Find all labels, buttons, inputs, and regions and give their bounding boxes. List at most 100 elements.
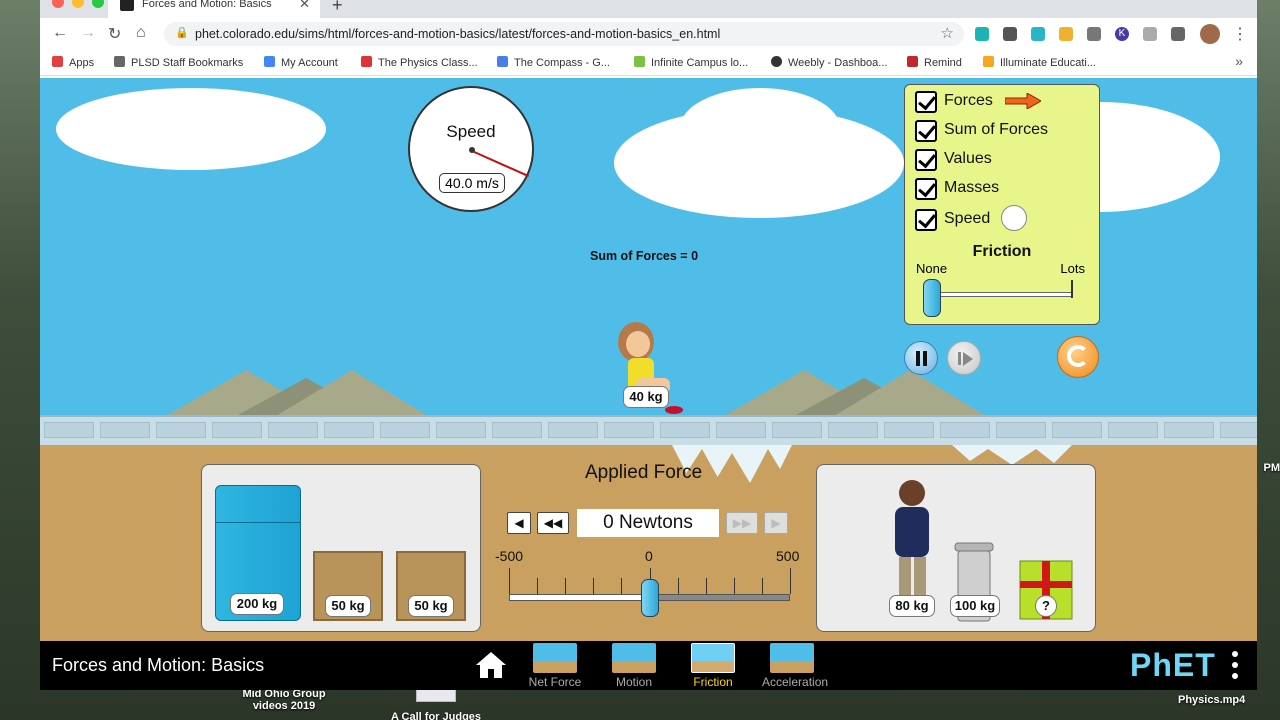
sim-options-menu-icon[interactable] (1232, 651, 1238, 679)
bookmark-apps[interactable]: Apps (52, 56, 94, 69)
browser-window: Forces and Motion: Basics ✕ + ← → ↻ ⌂ 🔒 … (40, 0, 1257, 690)
sum-of-forces-checkbox[interactable] (915, 120, 937, 142)
browser-tab[interactable]: Forces and Motion: Basics ✕ (108, 0, 320, 18)
desktop-item-call-for-judges[interactable]: A Call for Judges (386, 711, 486, 720)
force-slider-tick (593, 578, 595, 594)
road-brick (436, 422, 486, 438)
extension-3-icon[interactable] (1031, 27, 1045, 41)
bookmark-star-icon[interactable]: ☆ (941, 24, 954, 42)
bookmark-weebly[interactable]: Weebly - Dashboa... (771, 56, 887, 69)
bookmark-label: The Physics Class... (378, 57, 478, 69)
reset-all-button[interactable] (1057, 336, 1099, 378)
values-label: Values (944, 150, 992, 167)
bookmark-label: Illuminate Educati... (1000, 57, 1096, 69)
extension-k-icon[interactable]: K (1115, 27, 1129, 41)
home-screen-icon[interactable] (476, 652, 506, 678)
bookmark-plsd[interactable]: PLSD Staff Bookmarks (114, 56, 243, 69)
apps-grid-icon (52, 56, 63, 67)
profile-avatar[interactable] (1200, 24, 1220, 44)
phet-favicon-icon (120, 0, 134, 11)
values-checkbox[interactable] (915, 149, 937, 171)
bookmark-compass[interactable]: The Compass - G... (497, 56, 610, 69)
bookmark-label: Apps (69, 57, 95, 69)
road-brick (548, 422, 598, 438)
forces-checkbox[interactable] (915, 91, 937, 113)
desktop-item-mid-ohio[interactable]: Mid Ohio Group videos 2019 (234, 688, 334, 712)
road-brick (1164, 422, 1214, 438)
pause-button[interactable] (904, 341, 938, 375)
left-objects-panel: 200 kg 50 kg 50 kg (201, 464, 481, 632)
friction-slider-thumb[interactable] (923, 279, 941, 317)
road-brick (1052, 422, 1102, 438)
tab-net-force[interactable]: Net Force (525, 643, 585, 689)
remind-icon (907, 56, 918, 67)
man-mass-badge: 80 kg (889, 595, 935, 617)
bookmark-my-account[interactable]: My Account (264, 56, 338, 69)
url-text: phet.colorado.edu/sims/html/forces-and-m… (195, 27, 721, 41)
tab-friction[interactable]: Friction (683, 643, 743, 689)
cloud-left (56, 88, 326, 170)
home-icon[interactable]: ⌂ (136, 24, 146, 42)
step-button[interactable] (947, 341, 981, 375)
bookmark-illuminate[interactable]: Illuminate Educati... (983, 56, 1096, 69)
desktop-file-thumbnail[interactable] (416, 688, 456, 702)
tab-bar: Forces and Motion: Basics ✕ + (40, 0, 1257, 18)
lock-icon: 🔒 (175, 27, 189, 39)
new-tab-button[interactable]: + (332, 0, 343, 16)
extension-1-icon[interactable] (975, 27, 989, 41)
tab-label: Friction (693, 675, 733, 689)
extensions-puzzle-icon[interactable] (1171, 27, 1185, 41)
net-force-thumbnail (533, 643, 577, 673)
extension-thumbs-icon[interactable] (1059, 27, 1073, 41)
decrease-small-button[interactable]: ◀ (507, 512, 531, 534)
minimize-window-button[interactable] (72, 0, 84, 8)
force-max-label: 500 (776, 548, 800, 564)
desktop-video-file[interactable]: Physics.mp4 (1178, 694, 1245, 706)
close-tab-icon[interactable]: ✕ (299, 0, 310, 12)
speedometer: Speed 40.0 m/s (408, 86, 534, 212)
tab-acceleration[interactable]: Acceleration (762, 643, 828, 689)
decrease-large-button[interactable]: ◀◀ (537, 512, 569, 534)
motion-thumbnail (612, 643, 656, 673)
friction-slider-track[interactable] (929, 292, 1073, 297)
road-brick (156, 422, 206, 438)
phet-logo[interactable]: PhET (1130, 647, 1216, 684)
speed-checkbox[interactable] (915, 209, 937, 231)
mountain (834, 370, 986, 416)
bookmark-infinite-campus[interactable]: Infinite Campus lo... (634, 56, 748, 69)
applied-force-slider-thumb[interactable] (640, 579, 659, 617)
bookmark-physics-classroom[interactable]: The Physics Class... (361, 56, 478, 69)
cloud-center-top (680, 88, 840, 168)
toolbar: ← → ↻ ⌂ 🔒 phet.colorado.edu/sims/html/fo… (40, 18, 1257, 50)
reload-icon[interactable]: ↻ (108, 24, 121, 44)
road-brick (604, 422, 654, 438)
road-brick (324, 422, 374, 438)
close-window-button[interactable] (52, 0, 64, 8)
masses-checkbox[interactable] (915, 178, 937, 200)
docs-icon (497, 56, 508, 67)
browser-menu-icon[interactable]: ⋮ (1232, 24, 1248, 44)
maximize-window-button[interactable] (92, 0, 104, 8)
friction-slider-end (1071, 280, 1073, 298)
extension-5-icon[interactable] (1087, 27, 1101, 41)
back-icon[interactable]: ← (52, 24, 68, 42)
increase-small-button[interactable]: ▶ (764, 512, 788, 534)
road-brick (44, 422, 94, 438)
tab-label: Motion (615, 675, 653, 689)
forward-icon[interactable]: → (80, 24, 96, 42)
friction-lots-label: Lots (1060, 261, 1085, 276)
clock-fragment: PM (1263, 462, 1280, 474)
force-slider-tick (761, 578, 763, 594)
address-bar[interactable]: 🔒 phet.colorado.edu/sims/html/forces-and… (164, 22, 964, 46)
bookmark-label: The Compass - G... (514, 57, 610, 69)
illuminate-icon (983, 56, 994, 67)
bookmark-label: Remind (924, 57, 962, 69)
tab-motion[interactable]: Motion (604, 643, 664, 689)
extension-2-icon[interactable] (1003, 27, 1017, 41)
extension-cast-icon[interactable] (1143, 27, 1157, 41)
road-brick (940, 422, 990, 438)
fridge-door-line (216, 522, 300, 523)
more-bookmarks-icon[interactable]: » (1235, 53, 1243, 69)
bookmark-remind[interactable]: Remind (907, 56, 962, 69)
increase-large-button[interactable]: ▶▶ (726, 512, 758, 534)
